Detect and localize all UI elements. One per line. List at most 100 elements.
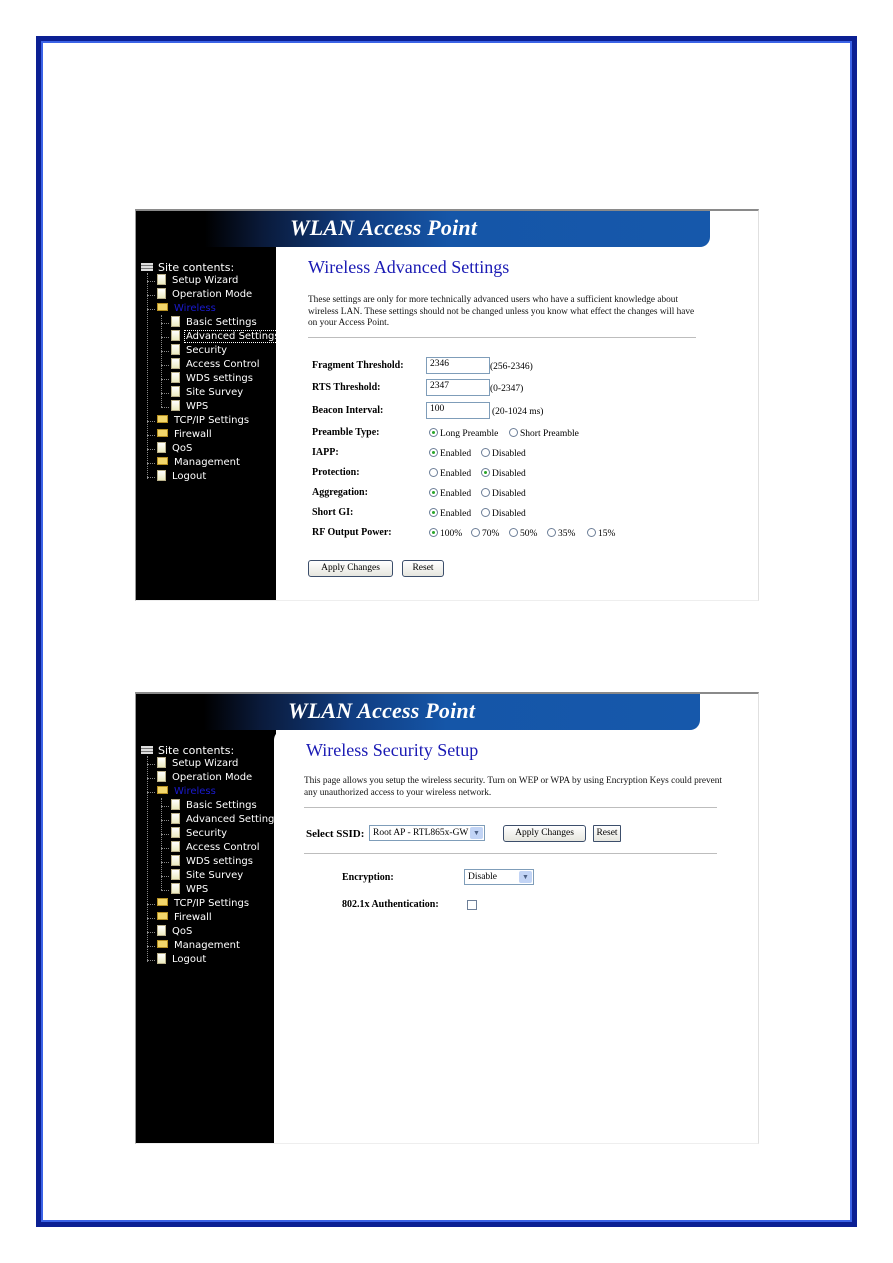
tree-item-basic-settings[interactable]: Basic Settings	[161, 799, 258, 813]
tree-item-logout[interactable]: Logout	[147, 470, 207, 484]
tree-item-setup-wizard[interactable]: Setup Wizard	[147, 274, 239, 288]
document-icon	[171, 799, 180, 810]
apply-changes-button[interactable]: Apply Changes	[503, 825, 586, 842]
radio-option[interactable]: Enabled	[429, 468, 471, 479]
radio-group-label: RF Output Power:	[312, 527, 392, 538]
radio-option[interactable]: Enabled	[429, 508, 471, 519]
radio-button[interactable]	[509, 428, 518, 437]
tree-item-qos[interactable]: QoS	[147, 442, 193, 456]
radio-button[interactable]	[429, 488, 438, 497]
document-icon	[157, 470, 166, 481]
tree-connector	[161, 862, 169, 863]
radio-option[interactable]: Disabled	[481, 448, 526, 459]
tree-connector	[147, 477, 155, 478]
tree-root: Site contents:	[141, 261, 234, 274]
tree-item-wds-settings[interactable]: WDS settings	[161, 855, 254, 869]
radio-button[interactable]	[471, 528, 480, 537]
radio-option[interactable]: Long Preamble	[429, 428, 498, 439]
tree-item-advanced-settings[interactable]: Advanced Settings	[161, 330, 282, 344]
open-folder-icon	[157, 786, 168, 794]
tree-item-wireless[interactable]: Wireless	[147, 785, 217, 799]
tree-item-tcp-ip-settings[interactable]: TCP/IP Settings	[147, 897, 250, 911]
tree-connector	[147, 946, 155, 947]
radio-button[interactable]	[429, 468, 438, 477]
radio-option[interactable]: 50%	[509, 528, 537, 539]
document-icon	[157, 288, 166, 299]
radio-option[interactable]: Short Preamble	[509, 428, 579, 439]
tree-connector	[161, 351, 169, 352]
tree-item-setup-wizard[interactable]: Setup Wizard	[147, 757, 239, 771]
tree-item-advanced-settings[interactable]: Advanced Settings	[161, 813, 281, 827]
radio-button[interactable]	[481, 468, 490, 477]
tree-item-wds-settings[interactable]: WDS settings	[161, 372, 254, 386]
tree-item-label: Basic Settings	[186, 317, 257, 328]
tree-item-tcp-ip-settings[interactable]: TCP/IP Settings	[147, 414, 250, 428]
radio-option[interactable]: 70%	[471, 528, 499, 539]
radio-group-label: Protection:	[312, 467, 360, 478]
field-input[interactable]: 100	[426, 402, 490, 419]
radio-button[interactable]	[429, 508, 438, 517]
ssid-select[interactable]: Root AP - RTL865x-GW ▼	[369, 825, 485, 841]
radio-option[interactable]: Enabled	[429, 488, 471, 499]
divider	[304, 807, 717, 808]
tree-item-management[interactable]: Management	[147, 456, 241, 470]
radio-option[interactable]: 35%	[547, 528, 575, 539]
tree-item-wireless[interactable]: Wireless	[147, 302, 217, 316]
encryption-select[interactable]: Disable ▼	[464, 869, 534, 885]
tree-item-access-control[interactable]: Access Control	[161, 358, 261, 372]
tree-item-firewall[interactable]: Firewall	[147, 911, 213, 925]
radio-button[interactable]	[429, 448, 438, 457]
document-icon	[171, 883, 180, 894]
radio-option-label: Enabled	[440, 449, 472, 459]
reset-button[interactable]: Reset	[593, 825, 621, 842]
tree-item-firewall[interactable]: Firewall	[147, 428, 213, 442]
tree-item-management[interactable]: Management	[147, 939, 241, 953]
radio-button[interactable]	[481, 508, 490, 517]
tree-item-label: WPS	[186, 884, 209, 895]
radio-option[interactable]: 100%	[429, 528, 462, 539]
tree-item-label: Security	[186, 345, 228, 356]
radio-option[interactable]: Disabled	[481, 468, 526, 479]
tree-item-label: TCP/IP Settings	[174, 898, 250, 909]
tree-item-operation-mode[interactable]: Operation Mode	[147, 771, 253, 785]
tree-item-label: WDS settings	[186, 373, 253, 384]
8021x-auth-checkbox[interactable]	[467, 900, 477, 910]
tree-item-label: Firewall	[174, 429, 212, 440]
radio-button[interactable]	[509, 528, 518, 537]
radio-option[interactable]: Disabled	[481, 488, 526, 499]
radio-option[interactable]: Disabled	[481, 508, 526, 519]
tree-item-basic-settings[interactable]: Basic Settings	[161, 316, 258, 330]
tree-item-label: QoS	[172, 926, 193, 937]
folder-icon	[157, 457, 168, 465]
reset-button[interactable]: Reset	[402, 560, 444, 577]
tree-item-wps[interactable]: WPS	[161, 883, 209, 897]
tree-item-qos[interactable]: QoS	[147, 925, 193, 939]
radio-button[interactable]	[429, 528, 438, 537]
document-icon	[157, 442, 166, 453]
tree-item-access-control[interactable]: Access Control	[161, 841, 261, 855]
apply-changes-button[interactable]: Apply Changes	[308, 560, 393, 577]
radio-option[interactable]: Enabled	[429, 448, 471, 459]
radio-button[interactable]	[547, 528, 556, 537]
tree-item-security[interactable]: Security	[161, 827, 228, 841]
field-input[interactable]: 2347	[426, 379, 490, 396]
radio-button[interactable]	[481, 448, 490, 457]
radio-button[interactable]	[587, 528, 596, 537]
document-icon	[157, 757, 166, 768]
tree-item-operation-mode[interactable]: Operation Mode	[147, 288, 253, 302]
radio-option[interactable]: 15%	[587, 528, 615, 539]
tree-item-logout[interactable]: Logout	[147, 953, 207, 967]
tree-item-site-survey[interactable]: Site Survey	[161, 386, 244, 400]
chevron-down-icon: ▼	[470, 827, 483, 839]
tree-item-site-survey[interactable]: Site Survey	[161, 869, 244, 883]
site-contents-icon	[141, 263, 153, 271]
radio-button[interactable]	[429, 428, 438, 437]
tree-item-label: Security	[186, 828, 228, 839]
radio-button[interactable]	[481, 488, 490, 497]
tree-item-label: Firewall	[174, 912, 212, 923]
field-input[interactable]: 2346	[426, 357, 490, 374]
tree-item-label: Access Control	[186, 842, 260, 853]
tree-item-security[interactable]: Security	[161, 344, 228, 358]
tree-item-wps[interactable]: WPS	[161, 400, 209, 414]
auth-label: 802.1x Authentication:	[342, 899, 439, 910]
